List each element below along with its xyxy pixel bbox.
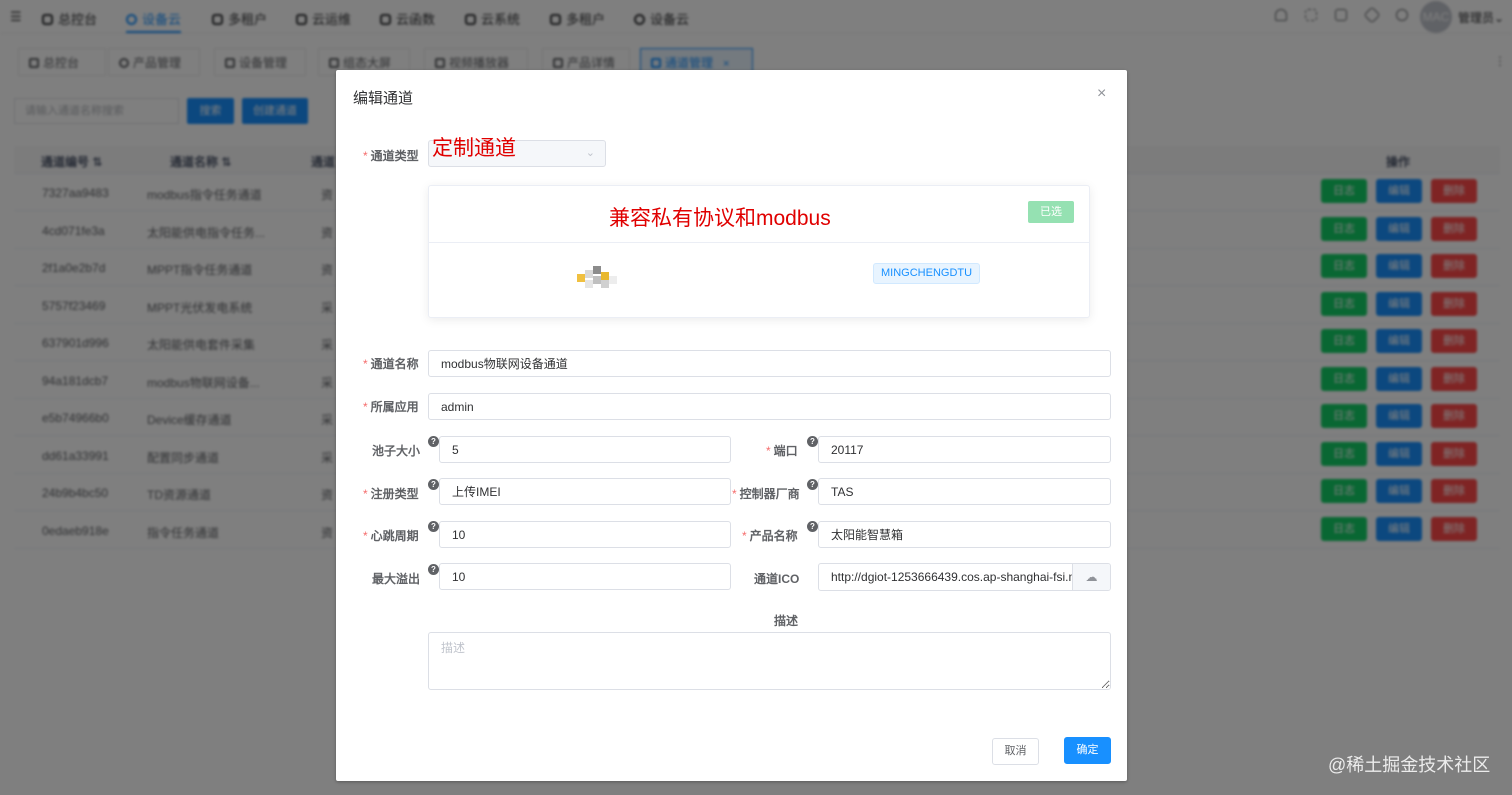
max-overflow-input[interactable] [439, 563, 731, 590]
product-name-input[interactable] [818, 521, 1111, 548]
pool-size-input[interactable] [439, 436, 731, 463]
port-label: * 端口 [766, 444, 798, 458]
confirm-button[interactable]: 确定 [1064, 737, 1111, 764]
port-help-icon[interactable]: ? [807, 436, 818, 447]
register-type-label: * 注册类型 [363, 487, 419, 501]
register-type-help-icon[interactable]: ? [428, 479, 439, 490]
max-overflow-help-icon[interactable]: ? [428, 564, 439, 575]
max-overflow-label: 最大溢出 [372, 572, 421, 586]
selected-button[interactable]: 已选 [1028, 201, 1074, 223]
watermark: @稀土掘金技术社区 [1328, 755, 1491, 775]
channel-icon-url-input[interactable]: http://dgiot-1253666439.cos.ap-shanghai-… [819, 564, 1072, 590]
product-name-label: * 产品名称 [742, 529, 798, 543]
dialog-title: 编辑通道 [353, 90, 414, 107]
heartbeat-input[interactable] [439, 521, 731, 548]
description-label: 描述 [774, 614, 799, 628]
register-type-input[interactable] [439, 478, 731, 505]
close-icon[interactable]: × [1097, 85, 1106, 103]
product-name-help-icon[interactable]: ? [807, 521, 818, 532]
channel-logo-icon [577, 266, 625, 294]
app-input[interactable] [428, 393, 1111, 420]
card-annotation: 兼容私有协议和modbus [609, 207, 831, 230]
channel-type-card[interactable]: 兼容私有协议和modbus 已选 MINGCHENGDTU [428, 185, 1090, 318]
description-textarea[interactable] [428, 632, 1111, 690]
cancel-button[interactable]: 取消 [992, 738, 1039, 765]
app-label: * 所属应用 [363, 400, 419, 414]
pool-size-label: 池子大小 [372, 444, 421, 458]
channel-icon-field: http://dgiot-1253666439.cos.ap-shanghai-… [818, 563, 1111, 591]
channel-name-label: * 通道名称 [363, 357, 419, 371]
vendor-help-icon[interactable]: ? [807, 479, 818, 490]
heartbeat-help-icon[interactable]: ? [428, 521, 439, 532]
port-input[interactable] [818, 436, 1111, 463]
channel-icon-label: 通道ICO [754, 572, 800, 586]
channel-name-input[interactable] [428, 350, 1111, 377]
pool-size-help-icon[interactable]: ? [428, 436, 439, 447]
upload-cloud-icon[interactable]: ☁ [1072, 564, 1110, 590]
chevron-down-icon: ⌄ [585, 147, 595, 159]
vendor-input[interactable] [818, 478, 1111, 505]
heartbeat-label: * 心跳周期 [363, 529, 419, 543]
channel-type-label: * 通道类型 [363, 149, 419, 163]
channel-tag: MINGCHENGDTU [873, 263, 981, 284]
channel-type-annotation: 定制通道 [432, 137, 516, 160]
edit-channel-dialog: 编辑通道 × * 通道类型 ⌄ 定制通道 兼容私有协议和modbus 已选 MIN… [336, 70, 1127, 781]
vendor-label: * 控制器厂商 [732, 487, 800, 501]
card-divider [429, 242, 1089, 243]
